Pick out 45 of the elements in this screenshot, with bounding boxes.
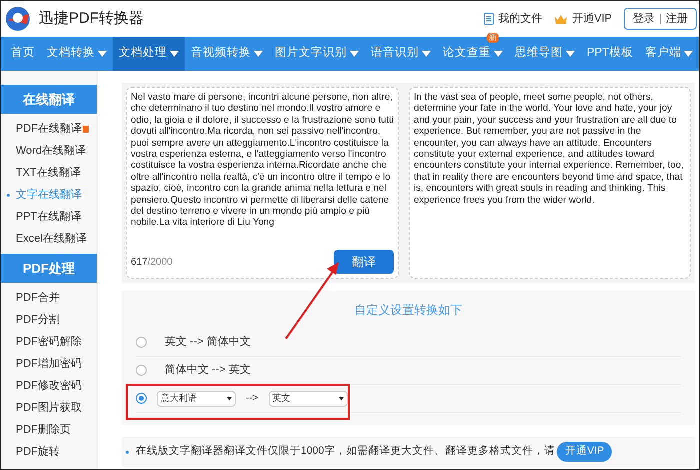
crown-icon — [554, 14, 568, 24]
register-link[interactable]: 注册 — [666, 10, 688, 28]
sidebar-heading: PDF处理 — [1, 254, 97, 283]
notice-text: 在线版文字翻译器翻译文件仅限于1000字，如需翻译更大文件、翻译更多格式文件，请 — [136, 444, 556, 460]
sidebar-item[interactable]: PDF旋转 — [1, 441, 97, 463]
separator: | — [659, 12, 662, 27]
radio-button[interactable] — [136, 393, 147, 404]
sidebar-item[interactable]: PDF图片获取 — [1, 397, 97, 419]
caret-icon — [227, 396, 232, 400]
bullet-icon — [126, 450, 129, 454]
result-text: In the vast sea of people, meet some people, not others, determine your fate in the world. Your love and hate, your joy and your pain, your success and your frustration are all due to experience. But remember, you are not passive in the encounter, you can always have an attitude. Encounters constitute your external experience, and attitudes toward encounters constitute your internal experience. Remember, too, that in reality there are encounters beyond time and space, that is, encounters with great souls in reading and thinking. This experience frees you from the wider world. — [414, 92, 685, 206]
header-link[interactable]: 我的文件 — [484, 10, 542, 28]
sidebar-item[interactable]: PDF增加密码 — [1, 353, 97, 375]
sidebar-item[interactable]: PDF合并 — [1, 287, 97, 309]
login-link[interactable]: 登录 — [633, 10, 656, 28]
document-icon — [484, 13, 494, 25]
option-label: 英文 --> 简体中文 — [165, 334, 251, 350]
option-label: 简体中文 --> 英文 — [165, 362, 251, 378]
language-select[interactable]: 英文 — [268, 390, 348, 406]
header-link[interactable]: 开通VIP — [554, 10, 612, 28]
logo-icon — [5, 6, 31, 32]
sidebar-heading: 在线翻译 — [1, 85, 97, 114]
sidebar-item[interactable]: PDF修改密码 — [1, 375, 97, 397]
sidebar-item[interactable]: PDF分割 — [1, 309, 97, 331]
sidebar-item[interactable]: PDF删除页 — [1, 419, 97, 441]
char-counter: 617/2000 — [131, 256, 173, 270]
sidebar-item[interactable]: PPT在线翻译 — [1, 206, 97, 228]
logo-text: 迅捷PDF转换器 — [39, 8, 144, 29]
sidebar-item[interactable]: PDF密码解除 — [1, 331, 97, 353]
source-text-box[interactable] — [126, 87, 399, 279]
bullet-icon — [7, 194, 10, 196]
sidebar-item[interactable]: TXT在线翻译 — [1, 162, 97, 184]
sidebar-item[interactable]: PDF在线翻译 — [1, 118, 97, 140]
caret-icon — [338, 396, 344, 400]
language-select[interactable]: 意大利语 — [157, 390, 236, 406]
sidebar-item[interactable]: Excel在线翻译 — [1, 228, 97, 250]
translate-button[interactable]: 翻译 — [334, 250, 394, 274]
new-badge: 新 — [487, 33, 499, 43]
nav-tab[interactable]: 文档处理 — [113, 37, 185, 71]
source-text: Nel vasto mare di persone, incontri alcune persone, non altre, che determinano il tuo destino nel mondo.Il vostro amore e odio, la gioia e il dolore, il successo e la frustrazione sono tutti dovuti all'incontro.Ma ricorda, non sei passivo nell'incontro, puoi sempre avere un atteggiamento.L'incontro costituisce la vostra esperienza esterna, e l'atteggiamento verso l'incontro costituisce la vostra esperienza interna.Ricordate anche che oltre all'incontro nella realtà, c'è un incontro oltre il tempo e lo spazio, cioè, incontro con la grande anima nella lettura e nel pensiero.Questo incontro vi permette di liberarsi delle catene del destino terreno e vivere in un mondo più ampio e più nobile.La vita interiore di Liu Yong — [131, 92, 394, 229]
arrow-text: --> — [246, 392, 258, 406]
radio-button[interactable] — [136, 365, 147, 376]
sidebar-item[interactable]: Word在线翻译 — [1, 140, 97, 162]
settings-title: 自定义设置转换如下 — [354, 302, 464, 319]
radio-button[interactable] — [136, 337, 147, 348]
